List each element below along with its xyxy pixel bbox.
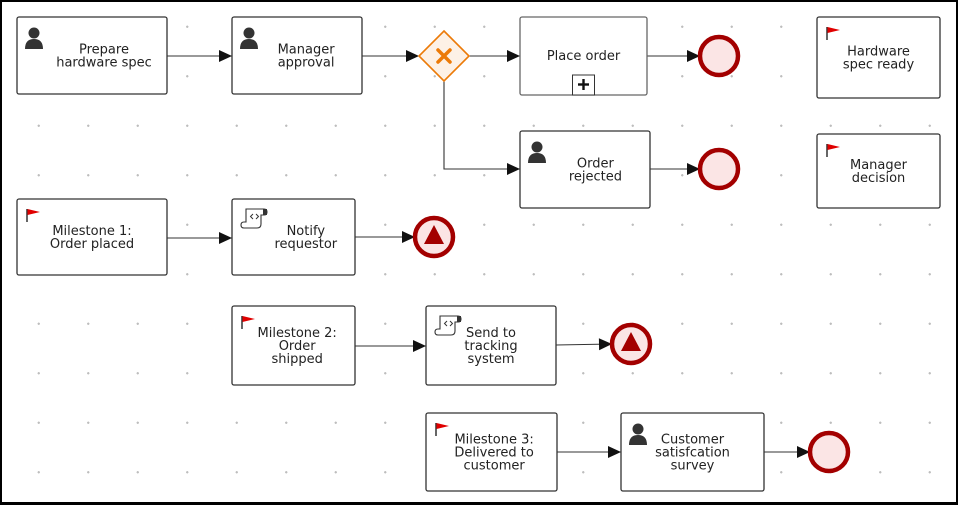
node-label: Place order (547, 49, 621, 64)
arrowhead-icon (608, 446, 621, 458)
node-label-line: Place order (547, 49, 621, 64)
node-label-line: customer (464, 459, 526, 474)
node-label-line: system (468, 352, 515, 367)
escalation-end-event-end-escalate2[interactable] (609, 322, 653, 366)
user-task-customer-survey[interactable]: Customer satisfcation survey (620, 412, 765, 492)
sequence-flow[interactable] (167, 50, 232, 62)
script-task-send-tracking[interactable]: Send to tracking system (425, 305, 557, 386)
node-label-line: requestor (274, 237, 337, 252)
milestone-manager-decision[interactable]: Manager decision (816, 133, 941, 209)
sequence-flow[interactable] (557, 446, 621, 458)
node-label: Milestone 1: Order placed (50, 224, 134, 252)
end-event-end-survey[interactable] (807, 430, 851, 474)
milestone-milestone2[interactable]: Milestone 2: Order shipped (231, 305, 356, 386)
node-label-line: shipped (271, 352, 322, 367)
exclusive-gateway-approval-gateway[interactable] (417, 29, 471, 83)
flow-line[interactable] (443, 81, 520, 170)
node-label-line: decision (852, 171, 906, 186)
node-label: Milestone 3: Delivered to customer (454, 433, 533, 474)
node-label: Manager approval (278, 43, 336, 71)
user-task-manager-approval[interactable]: Manager approval (231, 16, 363, 95)
arrowhead-icon (507, 50, 520, 62)
user-task-prepare-spec[interactable]: Prepare hardware spec (16, 16, 168, 95)
arrowhead-icon (413, 340, 426, 352)
sequence-flow[interactable] (362, 50, 419, 62)
sequence-flow[interactable] (443, 81, 520, 175)
user-task-order-rejected[interactable]: Order rejected (519, 130, 651, 209)
arrowhead-icon (219, 232, 232, 244)
arrowhead-icon (507, 163, 520, 175)
subprocess-place-order[interactable]: Place order (519, 16, 648, 96)
end-event-circle[interactable] (807, 430, 851, 474)
arrowhead-icon (219, 50, 232, 62)
node-label: Manager decision (850, 158, 908, 186)
node-label: Send to tracking system (464, 326, 517, 367)
node-label-line: rejected (569, 170, 622, 185)
end-event-circle[interactable] (697, 147, 741, 191)
node-label-line: approval (278, 56, 335, 71)
plus-icon[interactable] (572, 74, 595, 96)
node-label-line: survey (671, 459, 715, 474)
milestone-milestone3[interactable]: Milestone 3: Delivered to customer (425, 412, 558, 492)
sequence-flow[interactable] (469, 50, 520, 62)
end-event-end-rejected[interactable] (697, 147, 741, 191)
node-label-line: Order placed (50, 237, 134, 252)
end-event-end-place-order[interactable] (697, 34, 741, 78)
sequence-flow[interactable] (167, 232, 232, 244)
milestone-milestone1[interactable]: Milestone 1: Order placed (16, 198, 168, 276)
end-event-circle[interactable] (697, 34, 741, 78)
arrowhead-icon (406, 50, 419, 62)
script-task-notify-requestor[interactable]: Notify requestor (231, 198, 356, 276)
bpmn-diagram: Prepare hardware spec Manager approval Place… (16, 16, 941, 492)
escalation-end-event-end-escalate1[interactable] (412, 215, 456, 259)
node-label-line: spec ready (843, 58, 915, 73)
sequence-flow[interactable] (355, 340, 426, 352)
milestone-hw-spec-ready[interactable]: Hardware spec ready (816, 16, 941, 99)
sequence-flow[interactable] (555, 338, 613, 351)
node-label-line: hardware spec (56, 56, 152, 71)
node-label: Hardware spec ready (843, 45, 915, 73)
sequence-flow[interactable] (647, 50, 700, 62)
sequence-flow[interactable] (355, 231, 415, 243)
sequence-flow[interactable] (764, 446, 810, 458)
sequence-flow[interactable] (650, 163, 700, 175)
